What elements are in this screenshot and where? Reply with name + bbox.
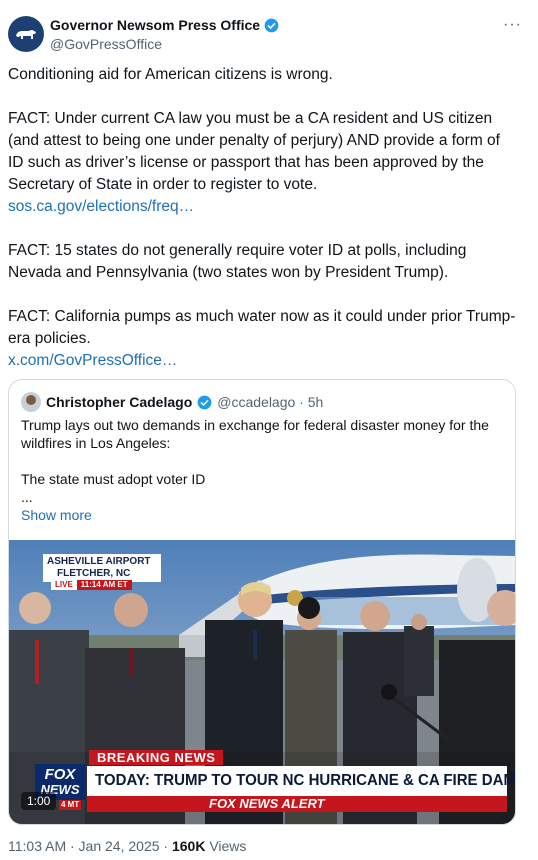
quote-paragraph: The state must adopt voter ID xyxy=(21,471,206,487)
timestamp[interactable]: 11:03 AM · Jan 24, 2025 · xyxy=(8,838,168,854)
show-more-link[interactable]: Show more xyxy=(21,506,501,524)
quote-ellipsis: ... xyxy=(21,489,33,505)
views-label: Views xyxy=(209,838,247,854)
live-bug: LIVE 11:14 AM ET xyxy=(51,580,132,590)
author-name-row: Governor Newsom Press Office xyxy=(50,17,279,33)
more-options-icon[interactable]: ··· xyxy=(503,16,522,34)
news-clock: 4 MT xyxy=(59,800,82,810)
quote-avatar[interactable] xyxy=(21,392,41,412)
post-link[interactable]: x.com/GovPressOffice… xyxy=(8,350,518,372)
live-label: LIVE xyxy=(51,580,77,590)
logo-line: FOX xyxy=(44,766,76,783)
location-line: FLETCHER, NC xyxy=(57,568,131,579)
post-link[interactable]: sos.ca.gov/elections/freq… xyxy=(8,196,518,218)
author-name[interactable]: Governor Newsom Press Office xyxy=(50,17,260,33)
video-duration: 1:00 xyxy=(21,792,57,810)
post-paragraph: Conditioning aid for American citizens i… xyxy=(8,66,333,83)
post-body: Conditioning aid for American citizens i… xyxy=(8,64,518,372)
quote-paragraph: Trump lays out two demands in exchange f… xyxy=(21,417,489,451)
location-line: ASHEVILLE AIRPORT xyxy=(47,556,151,567)
post-header: Governor Newsom Press Office @GovPressOf… xyxy=(8,12,530,60)
quote-author-name[interactable]: Christopher Cadelago xyxy=(46,394,192,410)
breaking-news-label: BREAKING NEWS xyxy=(89,750,224,765)
post-paragraph: FACT: Under current CA law you must be a… xyxy=(8,110,500,193)
bear-icon xyxy=(16,30,36,39)
alert-label: FOX NEWS ALERT xyxy=(209,796,325,811)
headline-text: TODAY: TRUMP TO TOUR NC HURRICANE & CA F… xyxy=(95,772,515,789)
video-player[interactable]: ASHEVILLE AIRPORT FLETCHER, NC LIVE 11:1… xyxy=(9,540,515,824)
post-paragraph: FACT: California pumps as much water now… xyxy=(8,308,516,347)
author-handle[interactable]: @GovPressOffice xyxy=(50,36,162,52)
post-paragraph: FACT: 15 states do not generally require… xyxy=(8,242,467,281)
quoted-post-text: Trump lays out two demands in exchange f… xyxy=(21,416,501,524)
post-meta: 11:03 AM · Jan 24, 2025 · 160K Views xyxy=(8,838,246,854)
verified-badge-icon xyxy=(264,18,279,32)
views-count: 160K xyxy=(171,838,206,854)
quoted-post[interactable]: Christopher Cadelago @ccadelago · 5h Tru… xyxy=(8,379,516,825)
quoted-post-header: Christopher Cadelago @ccadelago · 5h xyxy=(21,392,323,412)
avatar[interactable] xyxy=(8,16,44,52)
verified-badge-icon xyxy=(197,395,212,409)
live-time: 11:14 AM ET xyxy=(76,580,132,590)
quote-author-handle[interactable]: @ccadelago · 5h xyxy=(217,394,323,410)
location-bug: ASHEVILLE AIRPORT FLETCHER, NC xyxy=(43,554,161,582)
